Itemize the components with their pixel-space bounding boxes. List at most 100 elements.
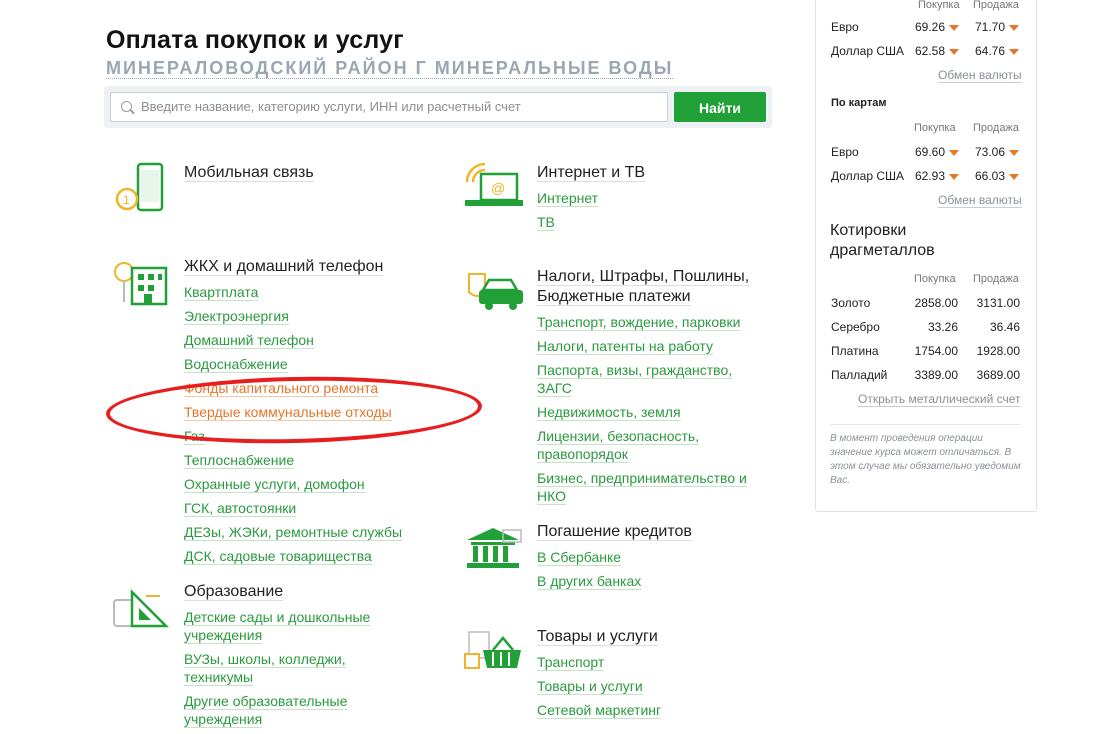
link-licenses[interactable]: Лицензии, безопасность, правопорядок (537, 428, 700, 463)
category-title[interactable]: Погашение кредитов (537, 523, 692, 541)
rate-buy: 62.58 (914, 44, 945, 58)
down-arrow-icon (1009, 24, 1019, 31)
link-sberbank[interactable]: В Сбербанке (537, 549, 622, 566)
exchange-link[interactable]: Обмен валюты (938, 68, 1022, 83)
link-water[interactable]: Водоснабжение (184, 356, 288, 373)
category-education: Образование Детские сады и дошкольные уч… (184, 582, 384, 734)
link-business[interactable]: Бизнес, предпринимательство и НКО (537, 470, 747, 505)
category-goods: Товары и услуги Транспорт Товары и услуг… (537, 627, 662, 725)
rate-buy: 62.93 (914, 169, 945, 183)
link-taxes-patents[interactable]: Налоги, патенты на работу (537, 338, 713, 355)
metal-buy: 33.26 (927, 320, 958, 334)
svg-text:1: 1 (123, 193, 130, 207)
rate-buy: 69.26 (914, 20, 945, 34)
down-arrow-icon (1009, 149, 1019, 156)
metal-sell: 1928.00 (976, 344, 1020, 358)
basket-icon (464, 631, 521, 669)
link-dsk[interactable]: ДСК, садовые товарищества (184, 548, 372, 565)
rate-currency: Доллар США (831, 44, 905, 58)
category-internet: Интернет и ТВ Интернет ТВ (537, 163, 646, 237)
down-arrow-icon (1009, 173, 1019, 180)
metal-sell: 3131.00 (976, 296, 1020, 310)
laptop-icon: @ (465, 162, 523, 206)
col-sell: Продажа (973, 273, 1019, 285)
phone-icon: 1 (115, 162, 164, 212)
rate-currency: Евро (831, 145, 859, 159)
col-buy: Покупка (918, 0, 960, 11)
bank-icon (467, 528, 522, 568)
link-other-banks[interactable]: В других банках (537, 573, 642, 590)
annotation-oval (105, 373, 483, 447)
house-icon (114, 262, 168, 306)
rate-currency: Евро (831, 20, 859, 34)
car-icon (468, 273, 523, 310)
link-passports[interactable]: Паспорта, визы, гражданство, ЗАГС (537, 362, 733, 397)
link-other-edu[interactable]: Другие образовательные учреждения (184, 693, 348, 728)
search-input[interactable]: Введите название, категорию услуги, ИНН … (110, 92, 668, 122)
down-arrow-icon (949, 149, 959, 156)
metal-name: Палладий (831, 368, 888, 382)
col-buy: Покупка (914, 273, 956, 285)
rate-sell: 73.06 (974, 145, 1005, 159)
metals-title: Котировки драгметаллов (830, 222, 935, 259)
link-security[interactable]: Охранные услуги, домофон (184, 476, 365, 493)
metal-name: Золото (831, 296, 871, 310)
down-arrow-icon (949, 48, 959, 55)
link-heating[interactable]: Теплоснабжение (184, 452, 295, 469)
divider (830, 424, 1020, 425)
down-arrow-icon (949, 24, 959, 31)
exchange-link[interactable]: Обмен валюты (938, 193, 1022, 208)
category-title[interactable]: Налоги, Штрафы, Пошлины, Бюджетные плате… (537, 268, 750, 306)
rates-note: В момент проведения операции значение ку… (830, 433, 1021, 486)
svg-text:@: @ (491, 180, 505, 196)
link-home-phone[interactable]: Домашний телефон (184, 332, 314, 349)
col-buy: Покупка (914, 122, 956, 134)
region-selector[interactable]: МИНЕРАЛОВОДСКИЙ РАЙОН Г МИНЕРАЛЬНЫЕ ВОДЫ (106, 58, 674, 79)
category-mobile: Мобильная связь (184, 163, 314, 183)
rate-sell: 71.70 (974, 20, 1005, 34)
rate-sell: 64.76 (974, 44, 1005, 58)
link-universities[interactable]: ВУЗы, школы, колледжи, техникумы (184, 651, 346, 686)
category-title[interactable]: Мобильная связь (184, 164, 314, 182)
down-arrow-icon (949, 173, 959, 180)
metal-sell: 36.46 (989, 320, 1020, 334)
metal-buy: 3389.00 (914, 368, 958, 382)
metal-name: Серебро (831, 320, 880, 334)
link-internet[interactable]: Интернет (537, 190, 599, 207)
link-electricity[interactable]: Электроэнергия (184, 308, 289, 325)
link-goods-services[interactable]: Товары и услуги (537, 678, 643, 695)
rate-buy: 69.60 (914, 145, 945, 159)
metal-account-link[interactable]: Открыть металлический счет (858, 392, 1021, 407)
link-dez[interactable]: ДЕЗы, ЖЭКи, ремонтные службы (184, 524, 403, 541)
link-kvartplata[interactable]: Квартплата (184, 284, 259, 301)
rate-currency: Доллар США (831, 169, 905, 183)
link-network-marketing[interactable]: Сетевой маркетинг (537, 702, 662, 719)
category-title[interactable]: Товары и услуги (537, 628, 658, 646)
rate-sell: 66.03 (974, 169, 1005, 183)
search-bar: Введите название, категорию услуги, ИНН … (104, 86, 772, 128)
education-icon (113, 588, 170, 628)
down-arrow-icon (1009, 48, 1019, 55)
search-icon (121, 101, 132, 112)
link-kindergartens[interactable]: Детские сады и дошкольные учреждения (184, 609, 371, 644)
page-title: Оплата покупок и услуг (106, 26, 404, 54)
category-title[interactable]: ЖКХ и домашний телефон (184, 258, 384, 276)
metal-buy: 2858.00 (914, 296, 958, 310)
category-taxes: Налоги, Штрафы, Пошлины, Бюджетные плате… (537, 267, 767, 511)
metal-name: Платина (831, 344, 879, 358)
link-goods-transport[interactable]: Транспорт (537, 654, 605, 671)
search-button[interactable]: Найти (674, 92, 766, 122)
link-realty[interactable]: Недвижимость, земля (537, 404, 681, 421)
col-sell: Продажа (973, 122, 1019, 134)
link-transport[interactable]: Транспорт, вождение, парковки (537, 314, 741, 331)
link-garages[interactable]: ГСК, автостоянки (184, 500, 297, 517)
search-placeholder: Введите название, категорию услуги, ИНН … (141, 99, 521, 114)
link-tv[interactable]: ТВ (537, 214, 555, 231)
category-title[interactable]: Образование (184, 583, 284, 601)
category-credits: Погашение кредитов В Сбербанке В других … (537, 522, 692, 596)
cards-title: По картам (831, 97, 887, 109)
col-sell: Продажа (973, 0, 1019, 11)
metal-sell: 3689.00 (976, 368, 1020, 382)
category-title[interactable]: Интернет и ТВ (537, 164, 646, 182)
metal-buy: 1754.00 (914, 344, 958, 358)
